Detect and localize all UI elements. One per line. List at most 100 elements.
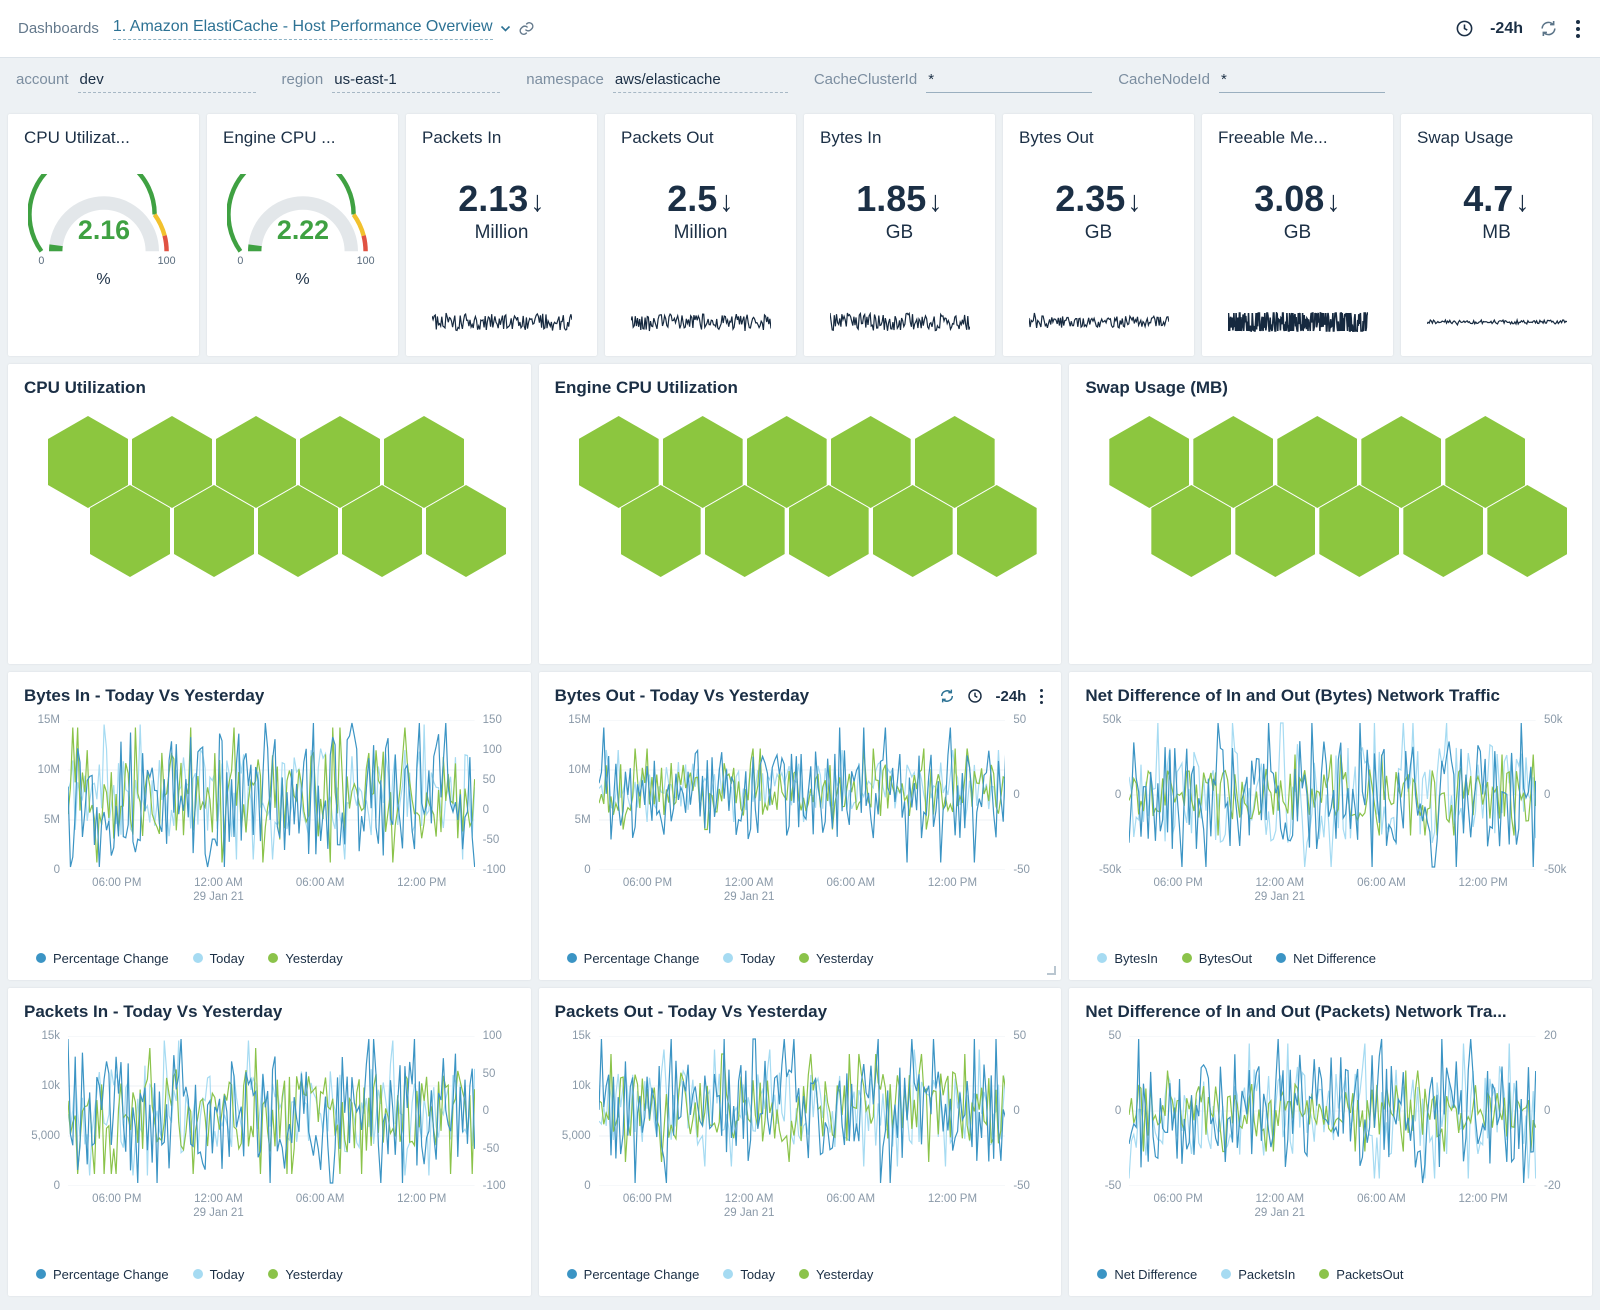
kpi-card-bytes-out: Bytes Out 2.35↓ GB xyxy=(1003,114,1194,356)
legend-dot xyxy=(1276,953,1286,963)
filter-value-region[interactable]: us-east-1 xyxy=(332,71,500,93)
legend-item-packetsout[interactable]: PacketsOut xyxy=(1319,1267,1403,1282)
legend-item-net-difference[interactable]: Net Difference xyxy=(1276,951,1376,966)
legend-item-today[interactable]: Today xyxy=(723,951,775,966)
legend-item-bytesin[interactable]: BytesIn xyxy=(1097,951,1157,966)
svg-text:2.16: 2.16 xyxy=(77,215,129,245)
sparkline xyxy=(1228,312,1368,332)
legend-dot xyxy=(1182,953,1192,963)
time-range[interactable]: -24h xyxy=(1490,20,1523,38)
refresh-icon[interactable] xyxy=(1539,19,1558,38)
breadcrumb-dashboards[interactable]: Dashboards xyxy=(18,20,99,37)
x-tick-date: 29 Jan 21 xyxy=(1255,1207,1306,1219)
x-axis: 06:00 PM12:00 AM29 Jan 2106:00 AM12:00 P… xyxy=(599,1186,1006,1220)
legend-item-yesterday[interactable]: Yesterday xyxy=(268,951,342,966)
chart-legend: BytesIn BytesOut Net Difference xyxy=(1085,948,1576,968)
panel-cpu-utilization-honeycomb: CPU Utilization xyxy=(8,364,531,664)
clock-icon[interactable] xyxy=(1455,19,1474,38)
legend-item-percentage-change[interactable]: Percentage Change xyxy=(567,951,700,966)
x-tick-label: 12:00 AM29 Jan 21 xyxy=(193,1193,244,1219)
plot-area: 50k0-50k50k0-50k xyxy=(1085,720,1576,870)
x-tick-time: 06:00 PM xyxy=(1154,1193,1203,1205)
link-icon[interactable] xyxy=(518,20,535,37)
x-tick-label: 12:00 PM xyxy=(928,877,977,889)
y-axis-left: 500-50 xyxy=(1085,1036,1129,1186)
stat-number: 1.85 xyxy=(856,178,926,219)
y-tick-label: -50k xyxy=(1099,864,1121,876)
chart-svg xyxy=(1129,1036,1536,1186)
dashboard-title[interactable]: 1. Amazon ElastiCache - Host Performance… xyxy=(113,18,493,40)
y-tick-label: -50 xyxy=(483,1143,500,1155)
clock-icon[interactable] xyxy=(967,688,983,704)
x-axis: 06:00 PM12:00 AM29 Jan 2106:00 AM12:00 P… xyxy=(1129,1186,1536,1220)
legend-item-yesterday[interactable]: Yesterday xyxy=(268,1267,342,1282)
filter-value-cacheclusterid[interactable]: * xyxy=(926,71,1092,93)
filter-value-namespace[interactable]: aws/elasticache xyxy=(613,71,788,93)
card-title: Freeable Me... xyxy=(1218,128,1377,148)
x-tick-label: 06:00 PM xyxy=(623,1193,672,1205)
y-tick-label: 50 xyxy=(483,1068,496,1080)
x-tick-time: 06:00 PM xyxy=(92,1193,141,1205)
honeycomb-grid xyxy=(1085,416,1576,577)
chevron-down-icon[interactable] xyxy=(500,25,511,33)
panel-title: Packets Out - Today Vs Yesterday xyxy=(555,1002,827,1022)
legend-item-percentage-change[interactable]: Percentage Change xyxy=(567,1267,700,1282)
x-tick-label: 12:00 PM xyxy=(397,877,446,889)
x-tick-date: 29 Jan 21 xyxy=(724,891,775,903)
x-tick-label: 06:00 PM xyxy=(1154,877,1203,889)
panel-time-range[interactable]: -24h xyxy=(995,688,1026,705)
y-tick-label: -50 xyxy=(1013,864,1030,876)
stat-value: 2.5↓ xyxy=(621,180,780,218)
filter-value-cachenodeid[interactable]: * xyxy=(1219,71,1385,93)
x-tick-label: 12:00 PM xyxy=(397,1193,446,1205)
y-axis-left: 50k0-50k xyxy=(1085,720,1129,870)
plot-pane xyxy=(1129,1036,1536,1186)
refresh-icon[interactable] xyxy=(939,688,955,704)
kebab-menu-icon[interactable] xyxy=(1038,687,1045,706)
legend-item-today[interactable]: Today xyxy=(193,951,245,966)
legend-dot xyxy=(1097,1269,1107,1279)
y-axis-left: 15M10M5M0 xyxy=(555,720,599,870)
x-axis: 06:00 PM12:00 AM29 Jan 2106:00 AM12:00 P… xyxy=(1129,870,1536,904)
legend-label: PacketsIn xyxy=(1238,1267,1295,1282)
legend-item-percentage-change[interactable]: Percentage Change xyxy=(36,1267,169,1282)
gauge-svg: 2.160100 xyxy=(28,174,180,266)
legend-dot xyxy=(268,1269,278,1279)
chart-svg xyxy=(599,720,1006,870)
legend-label: Yesterday xyxy=(816,1267,873,1282)
legend-item-yesterday[interactable]: Yesterday xyxy=(799,1267,873,1282)
x-tick-label: 12:00 AM29 Jan 21 xyxy=(193,877,244,903)
legend-item-packetsin[interactable]: PacketsIn xyxy=(1221,1267,1295,1282)
chart-svg xyxy=(68,720,475,870)
panel-bytes-in-chart: Bytes In - Today Vs Yesterday 15M10M5M01… xyxy=(8,672,531,980)
filter-value-account[interactable]: dev xyxy=(78,71,256,93)
legend-dot xyxy=(567,953,577,963)
kebab-menu-icon[interactable] xyxy=(1574,18,1582,40)
top-bar: Dashboards 1. Amazon ElastiCache - Host … xyxy=(0,0,1600,58)
legend-item-bytesout[interactable]: BytesOut xyxy=(1182,951,1252,966)
legend-label: Yesterday xyxy=(285,1267,342,1282)
legend-item-net-difference[interactable]: Net Difference xyxy=(1097,1267,1197,1282)
panel-net-packets-chart: Net Difference of In and Out (Packets) N… xyxy=(1069,988,1592,1296)
legend-item-today[interactable]: Today xyxy=(193,1267,245,1282)
y-tick-label: 0 xyxy=(54,1180,60,1192)
y-tick-label: 10M xyxy=(38,764,60,776)
plot-area: 15M10M5M0500-50 xyxy=(555,720,1046,870)
chart-legend: Percentage Change Today Yesterday xyxy=(555,948,1046,968)
y-axis-left: 15k10k5,0000 xyxy=(555,1036,599,1186)
panel-title: Bytes Out - Today Vs Yesterday xyxy=(555,686,809,706)
x-tick-time: 06:00 AM xyxy=(826,1193,875,1205)
legend-item-yesterday[interactable]: Yesterday xyxy=(799,951,873,966)
trend-down-icon: ↓ xyxy=(1127,186,1142,218)
legend-dot xyxy=(193,1269,203,1279)
legend-item-percentage-change[interactable]: Percentage Change xyxy=(36,951,169,966)
x-axis: 06:00 PM12:00 AM29 Jan 2106:00 AM12:00 P… xyxy=(68,870,475,904)
resize-handle[interactable] xyxy=(1047,966,1056,975)
legend-item-today[interactable]: Today xyxy=(723,1267,775,1282)
x-tick-label: 06:00 AM xyxy=(1357,1193,1406,1205)
chart-svg xyxy=(68,1036,475,1186)
y-axis-right: 200-20 xyxy=(1536,1036,1576,1186)
legend-dot xyxy=(723,1269,733,1279)
y-axis-right: 150100500-50-100 xyxy=(475,720,515,870)
stat-value: 2.13↓ xyxy=(422,180,581,218)
